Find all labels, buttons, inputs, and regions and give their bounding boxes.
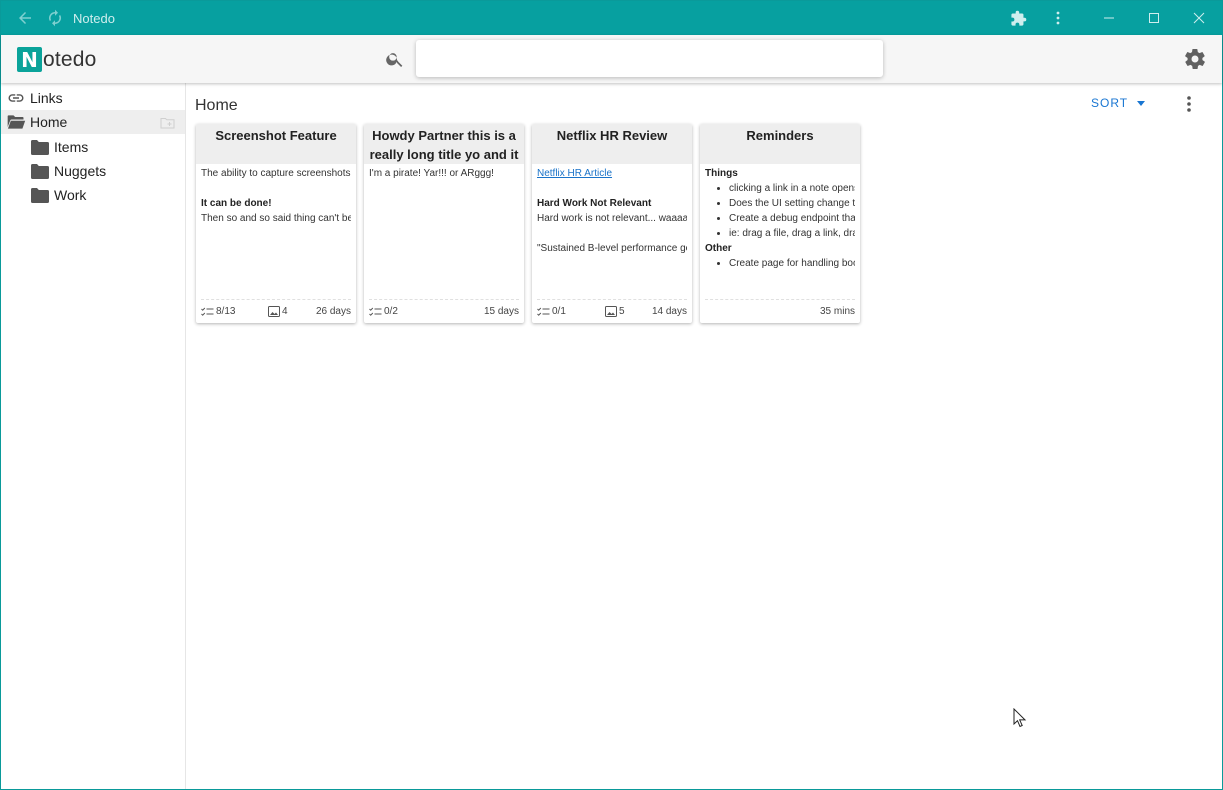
refresh-icon (49, 9, 61, 27)
search-icon[interactable] (385, 49, 405, 74)
note-preview: Things clicking a link in a note opens D… (705, 166, 855, 296)
checklist-icon (201, 307, 214, 316)
more-options-button[interactable] (1181, 95, 1197, 118)
note-age: 14 days (651, 306, 687, 317)
back-button[interactable] (13, 1, 37, 35)
puzzle-icon (1010, 10, 1026, 26)
more-vertical-icon (1187, 96, 1191, 112)
window-title: Notedo (73, 10, 115, 26)
maximize-button[interactable] (1142, 1, 1166, 35)
add-folder-button[interactable] (160, 116, 175, 132)
window-menu-button[interactable] (1049, 1, 1067, 35)
close-button[interactable] (1187, 1, 1211, 35)
note-title: Howdy Partner this is a really long titl… (364, 124, 524, 164)
sidebar-item-label: Items (54, 139, 89, 155)
sidebar-item-items[interactable]: Items (1, 135, 185, 159)
image-count: 4 (268, 306, 288, 317)
arrow-left-icon (19, 12, 31, 24)
app-logo: N otedo (17, 47, 97, 72)
list-item: Create a debug endpoint that (729, 211, 855, 226)
gear-icon (1185, 48, 1205, 69)
note-preview: Netflix HR Article Hard Work Not Relevan… (537, 166, 687, 296)
note-heading: It can be done! (201, 198, 272, 209)
bullet-list: Create page for handling boo (729, 256, 855, 271)
minimize-icon (1104, 17, 1114, 19)
image-count: 5 (605, 306, 625, 317)
note-footer: 0/2 15 days (369, 299, 519, 323)
folder-open-icon (6, 113, 26, 131)
link-icon (7, 89, 25, 107)
note-age: 26 days (315, 306, 351, 317)
folder-icon (31, 163, 49, 179)
note-preview: The ability to capture screenshots It ca… (201, 166, 351, 296)
sidebar-item-label: Links (30, 90, 63, 106)
folder-add-icon (160, 118, 175, 129)
checklist-count: 0/2 (369, 306, 398, 317)
note-preview: I'm a pirate! Yar!!! or ARggg! (369, 166, 519, 296)
more-vertical-icon (1056, 11, 1060, 25)
note-title: Netflix HR Review (532, 124, 692, 164)
search-input[interactable] (416, 40, 883, 77)
note-heading: Other (705, 243, 732, 254)
note-link[interactable]: Netflix HR Article (537, 168, 612, 179)
extensions-button[interactable] (1007, 1, 1029, 35)
note-heading: Hard Work Not Relevant (537, 198, 652, 209)
folder-icon (31, 187, 49, 203)
bullet-list: clicking a link in a note opens Does the… (729, 181, 855, 241)
folder-icon (31, 139, 49, 155)
note-card[interactable]: Netflix HR Review Netflix HR Article Har… (532, 124, 692, 323)
logo-text: otedo (43, 47, 97, 71)
mouse-cursor-icon (1013, 707, 1027, 733)
sidebar: Links Home Items Nuggets Work (1, 83, 186, 789)
sidebar-item-links[interactable]: Links (1, 86, 185, 110)
sidebar-item-work[interactable]: Work (1, 183, 185, 207)
sidebar-item-label: Home (30, 114, 68, 130)
logo-letter: N (17, 47, 42, 72)
settings-button[interactable] (1183, 47, 1207, 76)
sidebar-item-nuggets[interactable]: Nuggets (1, 159, 185, 183)
note-card[interactable]: Screenshot Feature The ability to captur… (196, 124, 356, 323)
note-line: I'm a pirate! Yar!!! or ARggg! (369, 168, 494, 179)
list-item: ie: drag a file, drag a link, drag (729, 226, 855, 241)
refresh-button[interactable] (43, 1, 67, 35)
note-card[interactable]: Reminders Things clicking a link in a no… (700, 124, 860, 323)
window-titlebar: Notedo (1, 1, 1222, 35)
note-footer: 35 mins (705, 299, 855, 323)
app-header: N otedo (1, 35, 1222, 83)
note-age: 15 days (483, 306, 519, 317)
sidebar-item-label: Nuggets (54, 163, 107, 179)
note-footer: 8/13 4 26 days (201, 299, 351, 323)
sidebar-item-home[interactable]: Home (1, 110, 185, 134)
image-icon (605, 306, 617, 317)
caret-down-icon (1137, 100, 1146, 106)
image-icon (268, 306, 280, 317)
note-heading: Things (705, 168, 738, 179)
checklist-icon (537, 307, 550, 316)
maximize-icon (1149, 13, 1159, 23)
list-item: Does the UI setting change th (729, 196, 855, 211)
checklist-count: 8/13 (201, 306, 235, 317)
note-line: Hard work is not relevant... waaaa (537, 213, 687, 224)
note-title: Reminders (700, 124, 860, 164)
page-title: Home (195, 97, 238, 114)
note-line: Then so and so said thing can't be (201, 213, 351, 224)
sidebar-item-label: Work (54, 187, 87, 203)
checklist-count: 0/1 (537, 306, 566, 317)
list-item: clicking a link in a note opens (729, 181, 855, 196)
note-footer: 0/1 5 14 days (537, 299, 687, 323)
note-line: "Sustained B-level performance ge (537, 243, 687, 254)
note-line: The ability to capture screenshots (201, 168, 351, 179)
minimize-button[interactable] (1097, 1, 1121, 35)
sort-button[interactable]: SORT (1091, 96, 1146, 110)
note-title: Screenshot Feature (196, 124, 356, 164)
close-icon (1193, 12, 1205, 24)
note-age: 35 mins (819, 306, 855, 317)
note-card[interactable]: Howdy Partner this is a really long titl… (364, 124, 524, 323)
list-item: Create page for handling boo (729, 256, 855, 271)
sort-label: SORT (1091, 96, 1129, 110)
checklist-icon (369, 307, 382, 316)
